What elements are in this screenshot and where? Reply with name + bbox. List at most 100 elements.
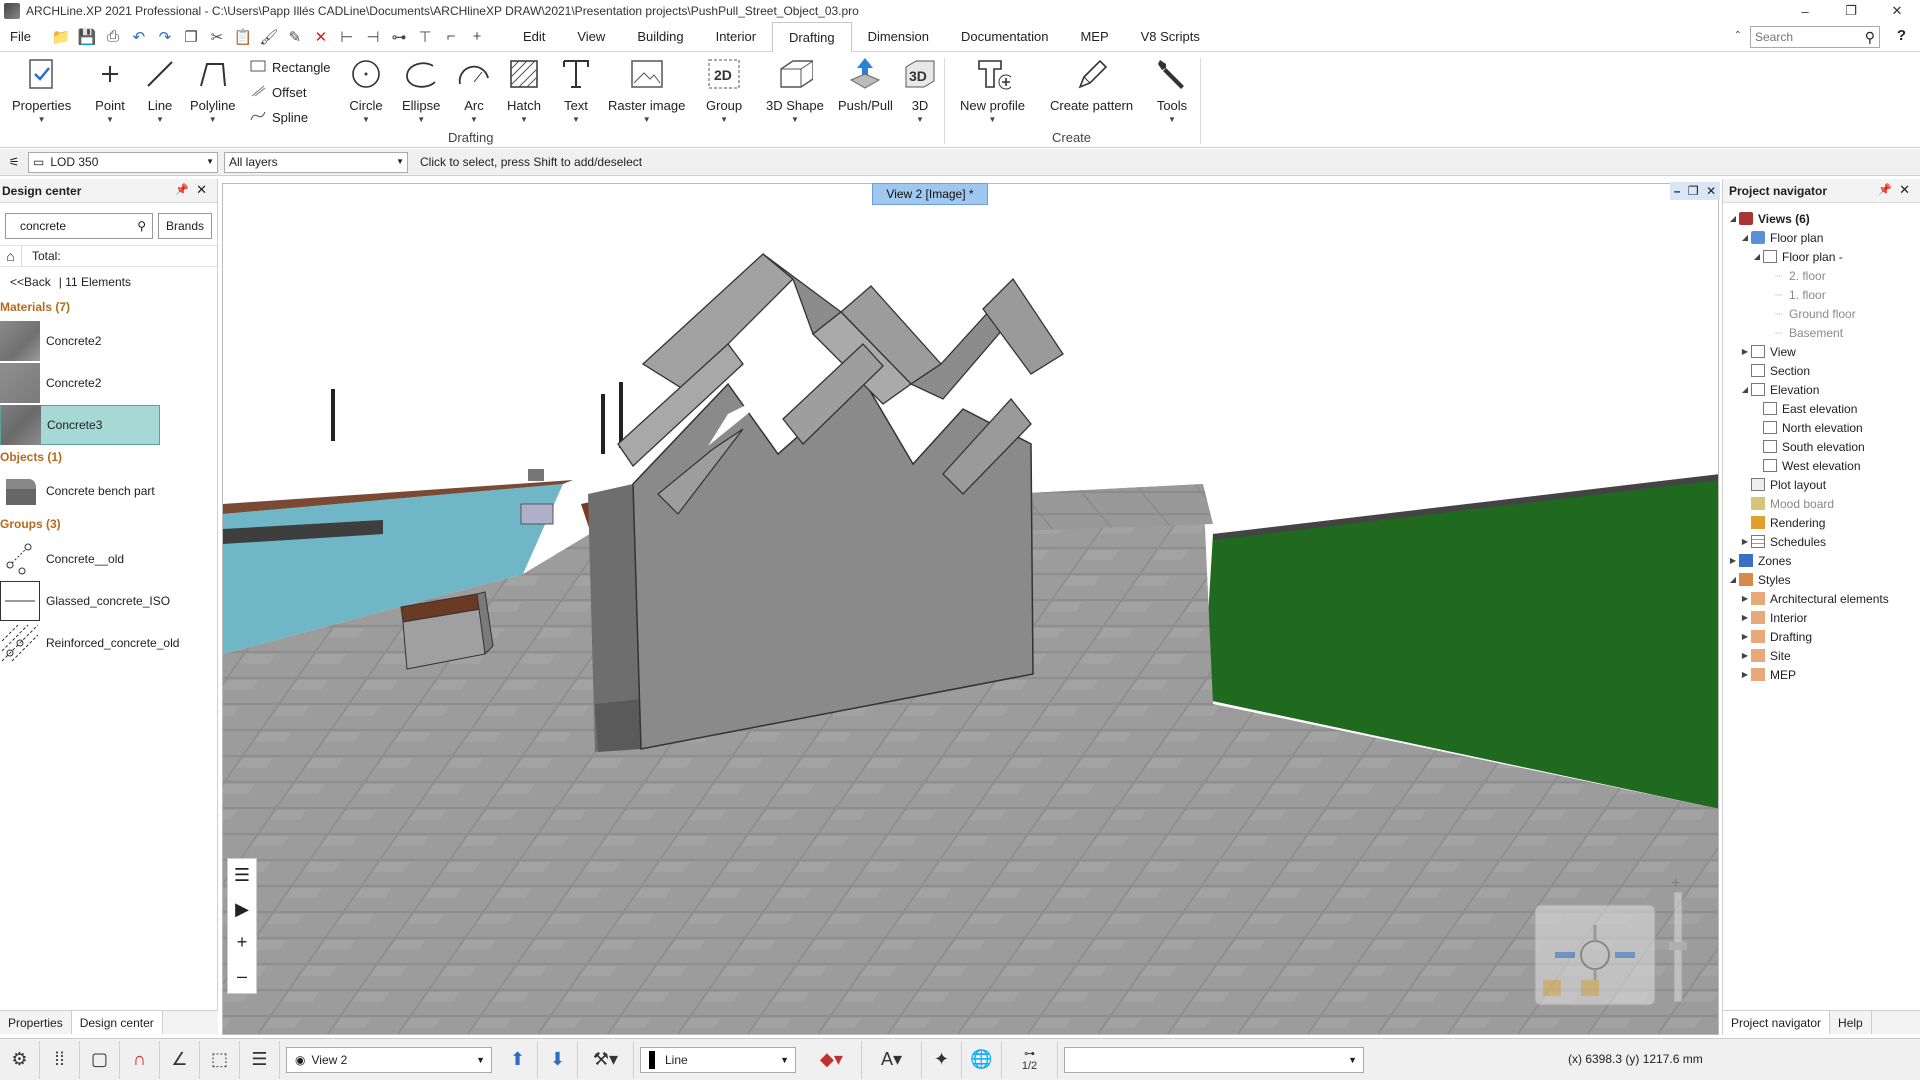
print-icon[interactable]: ⎙ [101, 25, 125, 49]
lod-select[interactable]: ▭ LOD 350 ▼ [28, 151, 218, 173]
undo-icon[interactable]: ↶ [127, 25, 151, 49]
expand-right-icon[interactable]: ▶ [1739, 613, 1751, 622]
tab-drafting[interactable]: Drafting [772, 21, 852, 53]
close-icon[interactable]: ✕ [196, 182, 207, 198]
list-item[interactable]: Concrete2 [0, 321, 160, 361]
angle-icon[interactable]: ∠ [160, 1040, 200, 1079]
tree-node-schedules[interactable]: ▶ Schedules [1723, 532, 1920, 551]
3d-shape-button[interactable]: 3D Shape ▼ [766, 56, 824, 124]
home-icon[interactable]: ⌂ [0, 245, 22, 267]
hatch-button[interactable]: Hatch ▼ [506, 56, 542, 124]
point-button[interactable]: Point ▼ [92, 56, 128, 124]
redo-icon[interactable]: ↷ [153, 25, 177, 49]
new-profile-button[interactable]: New profile ▼ [960, 56, 1025, 124]
view-tab[interactable]: View 2 [Image] * [872, 183, 988, 205]
pin-icon[interactable]: 📌 [175, 183, 189, 196]
rectangle-button[interactable]: Rectangle [250, 60, 331, 75]
list-item[interactable]: Concrete bench part [0, 471, 160, 511]
tools-button[interactable]: Tools ▼ [1154, 56, 1190, 124]
tab-building[interactable]: Building [621, 22, 699, 52]
expand-icon[interactable]: ◢ [1739, 385, 1751, 394]
tab-mep[interactable]: MEP [1064, 22, 1124, 52]
tab-edit[interactable]: Edit [507, 22, 561, 52]
tree-node-floor[interactable]: ┈ Ground floor [1723, 304, 1920, 323]
expand-right-icon[interactable]: ▶ [1727, 556, 1739, 565]
spline-button[interactable]: Spline [250, 110, 308, 125]
tree-node-style-item[interactable]: ▶ Interior [1723, 608, 1920, 627]
grid-icon[interactable]: ⁞⁞ [40, 1040, 80, 1079]
corner-icon[interactable]: ⌐ [439, 25, 463, 49]
tree-node-plot-layout[interactable]: Plot layout [1723, 475, 1920, 494]
3d-viewport[interactable] [222, 183, 1719, 1035]
minimize-button[interactable]: – [1782, 0, 1828, 22]
expand-icon[interactable]: ◢ [1727, 575, 1739, 584]
navigation-cube[interactable] [1525, 900, 1665, 1010]
list-icon[interactable]: ☰ [234, 865, 250, 886]
tree-node-style-item[interactable]: ▶ Architectural elements [1723, 589, 1920, 608]
pin-icon[interactable]: 📌 [1878, 183, 1892, 196]
expand-icon[interactable]: ◢ [1739, 233, 1751, 242]
3d-button[interactable]: 3D 3D ▼ [902, 56, 938, 124]
command-input[interactable]: ▼ [1064, 1046, 1364, 1073]
tree-node-style-item[interactable]: ▶ Drafting [1723, 627, 1920, 646]
tree-node-elevation-item[interactable]: West elevation [1723, 456, 1920, 475]
tree-node-styles[interactable]: ◢ Styles [1723, 570, 1920, 589]
properties-button[interactable]: Properties ▼ [12, 56, 71, 124]
tab-v8-scripts[interactable]: V8 Scripts [1125, 22, 1216, 52]
text-style-icon[interactable]: A▾ [862, 1040, 922, 1079]
line-button[interactable]: Line ▼ [142, 56, 178, 124]
expand-right-icon[interactable]: ▶ [1739, 651, 1751, 660]
menu-file[interactable]: File [0, 22, 41, 52]
eraser-icon[interactable]: ◆▾ [802, 1040, 862, 1079]
expand-right-icon[interactable]: ▶ [1739, 347, 1751, 356]
delete-icon[interactable]: ✕ [309, 25, 333, 49]
globe-icon[interactable]: 🌐 [962, 1040, 1002, 1079]
list-item[interactable]: Reinforced_concrete_old [0, 623, 190, 663]
search-icon[interactable]: ⚲ [1865, 29, 1875, 46]
extend-icon[interactable]: ⊣ [361, 25, 385, 49]
tab-interior[interactable]: Interior [700, 22, 772, 52]
list-icon[interactable]: ☰ [240, 1040, 280, 1079]
hammer-3d-icon[interactable]: ⚒▾ [578, 1040, 634, 1079]
settings-gear-icon[interactable]: ⚙ [0, 1040, 40, 1079]
tree-node-elevation-item[interactable]: East elevation [1723, 399, 1920, 418]
tree-node-zones[interactable]: ▶ Zones [1723, 551, 1920, 570]
cut-icon[interactable]: ✂ [205, 25, 229, 49]
restore-icon[interactable]: ❐ [1688, 184, 1699, 198]
tree-node-elevation-item[interactable]: North elevation [1723, 418, 1920, 437]
list-item[interactable]: Concrete2 [0, 363, 160, 403]
restore-button[interactable]: ❐ [1828, 0, 1874, 22]
tree-node-elevation[interactable]: ◢ Elevation [1723, 380, 1920, 399]
close-icon[interactable]: ✕ [1899, 182, 1910, 198]
tree-node-floor-plan-sub[interactable]: ◢ Floor plan - [1723, 247, 1920, 266]
pushpull-button[interactable]: Push/Pull [838, 56, 893, 113]
expand-icon[interactable]: ◢ [1751, 252, 1763, 261]
raster-image-button[interactable]: Raster image ▼ [608, 56, 685, 124]
text-button[interactable]: Text ▼ [558, 56, 594, 124]
tab-view[interactable]: View [561, 22, 621, 52]
close-icon[interactable]: ✕ [1706, 184, 1716, 198]
zoom-slider[interactable]: + [1665, 872, 1691, 1022]
expand-right-icon[interactable]: ▶ [1739, 594, 1751, 603]
tab-documentation[interactable]: Documentation [945, 22, 1064, 52]
list-item-selected[interactable]: Concrete3 [0, 405, 160, 445]
open-folder-icon[interactable]: 📁 [49, 25, 73, 49]
line-type-select[interactable]: Line ▼ [640, 1046, 796, 1073]
tree-node-rendering[interactable]: Rendering [1723, 513, 1920, 532]
polyline-button[interactable]: Polyline ▼ [190, 56, 236, 124]
search-icon[interactable]: ⚲ [137, 219, 146, 233]
arrow-up-icon[interactable]: ⬆ [498, 1040, 538, 1079]
view-select[interactable]: ◉ View 2 ▼ [286, 1046, 492, 1073]
level-icon[interactable]: ⚟ [0, 155, 28, 169]
tree-node-view[interactable]: ▶ View [1723, 342, 1920, 361]
layers-select[interactable]: All layers ▼ [224, 151, 408, 173]
minimize-icon[interactable]: – [1674, 184, 1681, 198]
play-icon[interactable]: ▶ [235, 899, 249, 920]
tree-node-elevation-item[interactable]: South elevation [1723, 437, 1920, 456]
break-icon[interactable]: ⊶ [387, 25, 411, 49]
wand-icon[interactable]: ✦ [922, 1040, 962, 1079]
tree-node-floor[interactable]: ┈ 1. floor [1723, 285, 1920, 304]
tree-node-section[interactable]: Section [1723, 361, 1920, 380]
tree-node-mood-board[interactable]: Mood board [1723, 494, 1920, 513]
create-pattern-button[interactable]: Create pattern [1050, 56, 1133, 113]
